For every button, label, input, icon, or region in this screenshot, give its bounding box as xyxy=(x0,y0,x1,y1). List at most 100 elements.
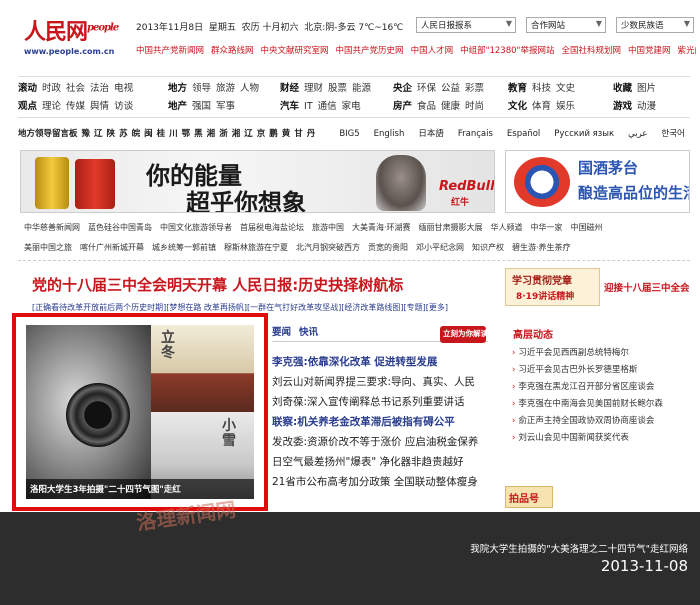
language-link[interactable]: English xyxy=(374,129,405,139)
nav-item[interactable]: 科技 xyxy=(532,83,551,94)
list-item[interactable]: › 习近平会见西西副总统特梅尔 xyxy=(512,345,692,362)
list-item[interactable]: › 李克强在黑龙江召开部分省区座谈会 xyxy=(512,379,692,396)
nav-item[interactable]: 健康 xyxy=(441,101,460,112)
top-headline[interactable]: 党的十八届三中全会明天开幕 人民日报:历史抉择树航标 xyxy=(32,274,403,295)
promo-link[interactable]: 穆斯林旅游在宁夏 xyxy=(224,243,288,252)
top-link[interactable]: 中组部"12380"举报网站 xyxy=(460,46,554,56)
language-link[interactable]: عربي xyxy=(628,129,647,139)
nav-item[interactable]: 家电 xyxy=(342,101,361,112)
nav-item[interactable]: 体育 xyxy=(532,101,551,112)
language-link[interactable]: 日本語 xyxy=(418,129,444,139)
nav-item[interactable]: 图片 xyxy=(637,83,656,94)
promo-link[interactable]: 城乡统筹一郭前镇 xyxy=(152,243,216,252)
promo-link[interactable]: 贡宽的贵阳 xyxy=(368,243,408,252)
language-link[interactable]: Français xyxy=(458,129,493,139)
nav-item[interactable]: 文化 xyxy=(508,101,527,112)
nav-item[interactable]: 军事 xyxy=(216,101,235,112)
plenary-link[interactable]: 迎接十八届三中全会 xyxy=(604,280,690,294)
province-link[interactable]: 丹 xyxy=(307,129,316,139)
nav-item[interactable]: 舆情 xyxy=(90,101,109,112)
language-link[interactable]: BIG5 xyxy=(339,129,359,139)
regions-lead[interactable]: 地方领导留言板 xyxy=(18,129,78,139)
nav-item[interactable]: 文史 xyxy=(556,83,575,94)
province-link[interactable]: 闽 xyxy=(144,129,153,139)
nav-item[interactable]: 公益 xyxy=(441,83,460,94)
nav-item[interactable]: 央企 xyxy=(393,83,412,94)
language-link[interactable]: Español xyxy=(507,129,540,139)
news-item[interactable]: 刘奇葆:深入宣传阐释总书记系列重要讲话 xyxy=(272,392,494,412)
system-select[interactable]: 人民日报报系 ▼ xyxy=(416,17,516,33)
nav-item[interactable]: 财经 xyxy=(280,83,299,94)
nav-item[interactable]: 强国 xyxy=(192,101,211,112)
promo-link[interactable]: 美丽中国之旅 xyxy=(24,243,72,252)
nav-item[interactable]: 娱乐 xyxy=(556,101,575,112)
promo-link[interactable]: 中国文化旅游领导者 xyxy=(160,223,232,232)
site-logo[interactable]: 人民网people www.people.com.cn xyxy=(24,14,139,56)
province-link[interactable]: 豫 xyxy=(82,129,91,139)
promo-link[interactable]: 首届税电海盐论坛 xyxy=(240,223,304,232)
province-link[interactable]: 甘 xyxy=(294,129,303,139)
top-link[interactable]: 紫光阁网 xyxy=(677,46,696,56)
province-link[interactable]: 鹏 xyxy=(269,129,278,139)
news-item[interactable]: 日空气最差扬州"爆表" 净化器非趋贵越好 xyxy=(272,452,494,472)
promo-link[interactable]: 大美青海·环湖赛 xyxy=(352,223,411,232)
top-link[interactable]: 全国社科规划网 xyxy=(561,46,621,56)
nav-item[interactable]: 观点 xyxy=(18,101,37,112)
promo-link[interactable]: 中华慈善新闻网 xyxy=(24,223,80,232)
nav-item[interactable]: 通信 xyxy=(318,101,337,112)
promo-link[interactable]: 碧生游·养生茶疗 xyxy=(512,243,571,252)
province-link[interactable]: 京 xyxy=(257,129,266,139)
province-link[interactable]: 黄 xyxy=(282,129,291,139)
tab-kuaixun[interactable]: 快讯 xyxy=(299,327,318,338)
tab-yaowen[interactable]: 要闻 xyxy=(272,327,291,338)
top-link[interactable]: 中国共产党新闻网 xyxy=(136,46,204,56)
nav-item[interactable]: 人物 xyxy=(240,83,259,94)
language-link[interactable]: 한국어 xyxy=(661,129,684,139)
nav-item[interactable]: 时政 xyxy=(42,83,61,94)
interpret-badge[interactable]: 立刻为你解读 xyxy=(440,326,486,343)
promo-link[interactable]: 中国磁州 xyxy=(571,223,603,232)
province-link[interactable]: 苏 xyxy=(119,129,128,139)
promo-link[interactable]: 知识产权 xyxy=(472,243,504,252)
nav-item[interactable]: 理论 xyxy=(42,101,61,112)
nav-item[interactable]: 滚动 xyxy=(18,83,37,94)
top-link[interactable]: 中国党建网 xyxy=(628,46,671,56)
nav-item[interactable]: 地方 xyxy=(168,83,187,94)
promo-link[interactable]: 蓝色硅谷中国青岛 xyxy=(88,223,152,232)
list-item[interactable]: › 俞正声主持全国政协双周协商座谈会 xyxy=(512,413,692,430)
nav-item[interactable]: 能源 xyxy=(352,83,371,94)
nav-item[interactable]: 食品 xyxy=(417,101,436,112)
top-link[interactable]: 中央文献研究室网 xyxy=(261,46,329,56)
nav-item[interactable]: 汽车 xyxy=(280,101,299,112)
province-link[interactable]: 陕 xyxy=(107,129,116,139)
top-link[interactable]: 中国人才网 xyxy=(411,46,454,56)
promo-link[interactable]: 缅丽甘肃摄影大展 xyxy=(419,223,483,232)
study-promo-ad[interactable]: 学习贯彻党章 8·19讲话精神 xyxy=(505,268,600,306)
nav-item[interactable]: 传媒 xyxy=(66,101,85,112)
nav-item[interactable]: 动漫 xyxy=(637,101,656,112)
news-item[interactable]: 21省市公布高考加分政策 全国联动整体瘦身 xyxy=(272,472,494,492)
promo-link[interactable]: 邓小平纪念网 xyxy=(416,243,464,252)
promo-link[interactable]: 旅游中国 xyxy=(312,223,344,232)
minority-lang-select[interactable]: 少数民族语 ▼ xyxy=(616,17,694,33)
promo-link[interactable]: 中华一家 xyxy=(531,223,563,232)
list-item[interactable]: › 习近平会见古巴外长罗德里格斯 xyxy=(512,362,692,379)
province-link[interactable]: 鄂 xyxy=(182,129,191,139)
nav-item[interactable]: 理财 xyxy=(304,83,323,94)
nav-item[interactable]: 社会 xyxy=(66,83,85,94)
nav-item[interactable]: 收藏 xyxy=(613,83,632,94)
nav-item[interactable]: 法治 xyxy=(90,83,109,94)
leaders-section-title[interactable]: 高层动态 xyxy=(513,326,553,341)
feature-photo[interactable]: 立冬 小雪 洛阳大学生3年拍摄"二十四节气图"走红 xyxy=(26,325,254,499)
province-link[interactable]: 湘 xyxy=(207,129,216,139)
nav-item[interactable]: 游戏 xyxy=(613,101,632,112)
list-item[interactable]: › 刘云山会见中国新闻获奖代表 xyxy=(512,430,692,447)
nav-item[interactable]: 时尚 xyxy=(465,101,484,112)
nav-item[interactable]: 旅游 xyxy=(216,83,235,94)
news-item[interactable]: 发改委:资源价改不等于涨价 应启油税金保养 xyxy=(272,432,494,452)
nav-item[interactable]: IT xyxy=(304,101,313,112)
province-link[interactable]: 黑 xyxy=(194,129,203,139)
province-link[interactable]: 皖 xyxy=(132,129,141,139)
redbull-banner-ad[interactable]: 你的能量 超乎你想象 RedBull 红牛 xyxy=(20,150,495,213)
nav-item[interactable]: 领导 xyxy=(192,83,211,94)
